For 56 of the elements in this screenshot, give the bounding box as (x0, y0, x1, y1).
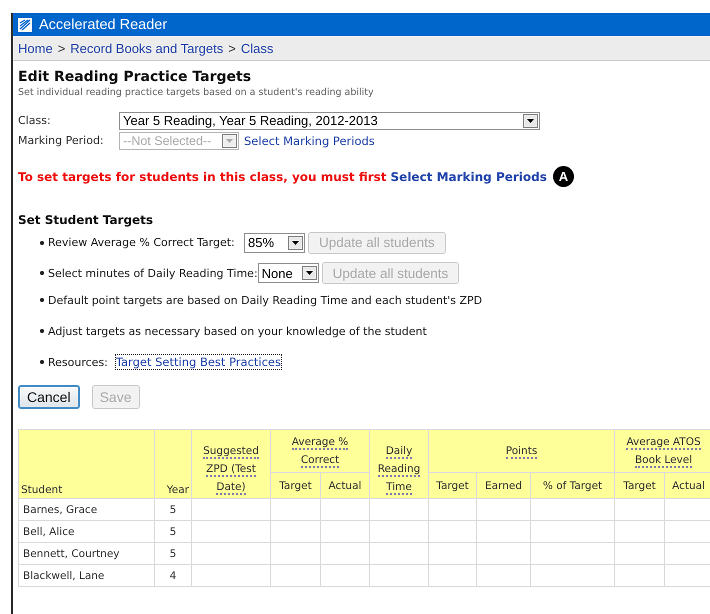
bullet-icon (40, 298, 44, 302)
table-cell: 4 (154, 564, 192, 586)
column-header: Year (154, 430, 192, 498)
column-header: Daily Reading Time (370, 430, 429, 498)
dropdown[interactable]: None (258, 263, 319, 283)
table-cell: Bell, Alice (18, 520, 154, 542)
dropdown-arrow-icon (292, 240, 299, 244)
dropdown-arrow-icon (226, 138, 233, 142)
breadcrumb-link[interactable]: Class (240, 40, 274, 56)
column-header: Student (18, 430, 154, 498)
table-cell: 5 (154, 542, 192, 564)
table-cell: Bennett, Courtney (18, 542, 154, 564)
bullet-label: Select minutes of Daily Reading Time: (48, 266, 258, 280)
column-header: % of Target (530, 472, 615, 498)
bullet-icon (40, 240, 44, 244)
class-select[interactable]: Year 5 Reading, Year 5 Reading, 2012-2013 (119, 112, 540, 130)
column-header: Target (270, 472, 320, 498)
callout-badge: A (552, 166, 574, 187)
bullet-icon (40, 360, 44, 364)
bullet-text: Default point targets are based on Daily Reading Time and each student's ZPD (48, 294, 482, 306)
column-header: Actual (664, 472, 710, 498)
page-heading: Edit Reading Practice Targets (18, 69, 252, 85)
table-cell: 5 (154, 520, 192, 542)
bullet-icon (40, 329, 44, 333)
book-icon (17, 16, 33, 32)
breadcrumb-link[interactable]: Record Books and Targets (70, 40, 224, 56)
breadcrumb-link[interactable]: Home (18, 40, 53, 56)
warning-text: To set targets for students in this class, you must first (18, 170, 387, 184)
bullet-label: Review Average % Correct Target: (48, 236, 236, 249)
breadcrumb-separator: > (228, 40, 236, 56)
class-label: Class: (18, 114, 52, 127)
dropdown-arrow-icon (527, 118, 534, 122)
bullet-icon (40, 271, 44, 275)
column-header: Suggested ZPD (Test Date) (192, 430, 270, 498)
column-header: Average ATOS Book Level (614, 430, 710, 472)
window-title: Accelerated Reader (39, 16, 168, 32)
marking-period-label: Marking Period: (18, 134, 105, 147)
bullet-text: Adjust targets as necessary based on your knowledge of the student (48, 324, 427, 338)
column-header: Points (428, 430, 615, 472)
column-header: Actual (320, 472, 370, 498)
dropdown-arrow-icon (306, 271, 313, 275)
table-cell: Barnes, Grace (18, 498, 154, 520)
bullet-label: Resources: (48, 356, 108, 368)
page-subheading: Set individual reading practice targets based on a student's reading ability (18, 87, 375, 98)
column-header: Target (614, 472, 665, 498)
column-header: Earned (476, 472, 531, 498)
column-header: Average % Correct (270, 430, 370, 472)
column-header: Target (428, 472, 477, 498)
table-cell: 5 (154, 498, 192, 520)
best-practices-link[interactable]: Target Setting Best Practices (116, 355, 282, 369)
select-marking-periods-link[interactable]: Select Marking Periods (390, 170, 547, 184)
table-cell: Blackwell, Lane (18, 564, 154, 586)
section-heading: Set Student Targets (18, 213, 154, 227)
dropdown[interactable]: 85% (244, 232, 305, 252)
breadcrumb-separator: > (58, 40, 66, 56)
form-button[interactable]: Cancel (18, 385, 80, 409)
